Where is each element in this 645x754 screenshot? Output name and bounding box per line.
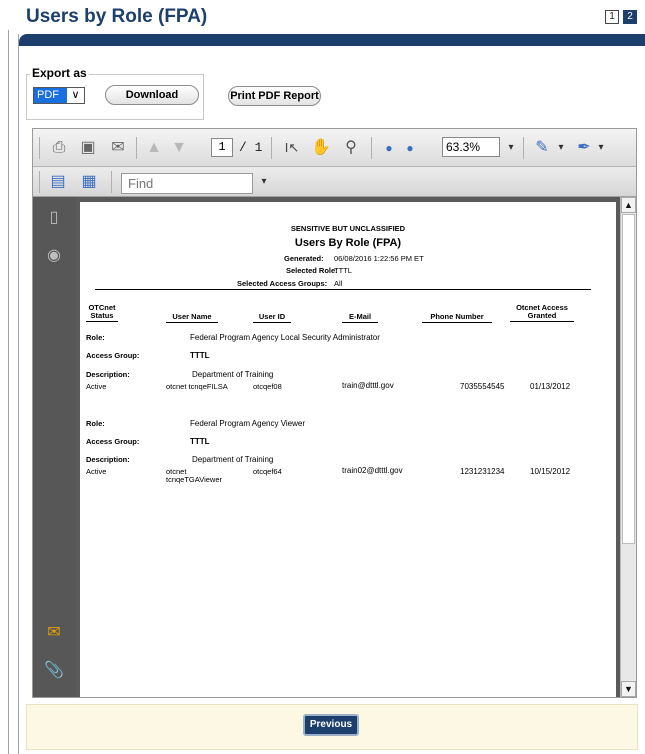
zoom-in-icon[interactable]: ● <box>400 138 420 158</box>
selected-role-label: Selected Role: <box>286 266 338 275</box>
col-username: User Name <box>166 313 218 323</box>
select-tool-icon[interactable]: I↖ <box>282 138 302 158</box>
selected-groups-label: Selected Access Groups: <box>237 279 328 288</box>
viewer-toolbar-secondary: ▤ ▦ Find ▾ <box>33 167 636 197</box>
username-cell: otcnet tcnqeTGAViewer <box>166 467 222 484</box>
col-granted: Otcnet Access Granted <box>510 304 574 322</box>
userid-cell: otcqef64 <box>253 467 282 476</box>
description-value: Department of Training <box>192 455 274 464</box>
toolbar-separator <box>371 137 372 159</box>
role-label: Role: <box>86 419 105 428</box>
page-number-2[interactable]: 2 <box>623 10 637 24</box>
description-label: Description: <box>86 455 130 464</box>
document-area: SENSITIVE BUT UNCLASSIFIED Users By Role… <box>76 197 620 697</box>
viewer-sidebar: ▯ ◉ ✉ 📎 <box>33 197 76 697</box>
page-total: / 1 <box>239 140 263 155</box>
save-icon[interactable]: ▣ <box>78 138 98 158</box>
report-page: SENSITIVE BUT UNCLASSIFIED Users By Role… <box>80 202 616 697</box>
annotate-dropdown-chevron-icon[interactable]: ▾ <box>591 138 611 158</box>
prev-page-icon[interactable]: ▲ <box>144 138 164 158</box>
toolbar-separator <box>271 137 272 159</box>
hand-tool-icon[interactable]: ✋ <box>311 138 331 158</box>
export-format-value: PDF <box>34 88 67 103</box>
role-label: Role: <box>86 333 105 342</box>
print-pdf-report-button[interactable]: Print PDF Report <box>228 86 321 106</box>
generated-label: Generated: <box>284 254 324 263</box>
export-legend: Export as <box>30 66 89 80</box>
zoom-out-icon[interactable]: ● <box>379 138 399 158</box>
download-button[interactable]: Download <box>105 85 199 105</box>
phone-cell: 7035554545 <box>460 382 505 391</box>
zoom-level[interactable]: 63.3% <box>442 137 500 157</box>
email-cell: train02@dtttl.gov <box>342 466 403 475</box>
scroll-down-icon[interactable]: ▼ <box>621 681 636 697</box>
comments-icon[interactable]: ✉ <box>43 622 65 644</box>
description-value: Department of Training <box>192 370 274 379</box>
left-border <box>8 30 9 754</box>
sign-icon[interactable]: ✎ <box>532 138 552 158</box>
binoculars-icon[interactable]: ◉ <box>43 245 65 267</box>
toolbar-grip <box>39 171 40 193</box>
selected-role-value: TTTL <box>334 266 352 275</box>
col-status: OTCnet Status <box>86 304 118 322</box>
selected-groups-value: All <box>334 279 343 288</box>
description-label: Description: <box>86 370 130 379</box>
report-title: Users By Role (FPA) <box>294 237 402 249</box>
header-bar <box>19 34 645 46</box>
fit-page-icon[interactable]: ▦ <box>79 172 99 192</box>
status-cell: Active <box>86 382 107 391</box>
access-group-value: TTTL <box>190 437 210 446</box>
status-cell: Active <box>86 467 107 476</box>
scroll-up-icon[interactable]: ▲ <box>621 197 636 213</box>
viewer-scrollbar[interactable]: ▲ ▼ <box>620 197 636 697</box>
col-phone: Phone Number <box>422 313 492 323</box>
page-title: Users by Role (FPA) <box>26 6 208 27</box>
col-email: E-Mail <box>342 313 378 323</box>
access-group-label: Access Group: <box>86 351 140 360</box>
viewer-toolbar: ⎙ ▣ ✉ ▲ ▼ 1 / 1 I↖ ✋ ⚲ ● ● 63.3% ▾ ✎ ▾ ✒… <box>33 129 636 167</box>
email-icon[interactable]: ✉ <box>108 138 128 158</box>
userid-cell: otcqef08 <box>253 382 282 391</box>
page-number-1[interactable]: 1 <box>605 10 619 24</box>
granted-cell: 01/13/2012 <box>530 382 571 391</box>
role-value: Federal Program Agency Local Security Ad… <box>190 333 380 342</box>
sign-dropdown-chevron-icon[interactable]: ▾ <box>551 138 571 158</box>
next-page-icon[interactable]: ▼ <box>169 138 189 158</box>
phone-cell: 1231231234 <box>460 467 505 476</box>
access-group-label: Access Group: <box>86 437 140 446</box>
access-group-value: TTTL <box>190 351 210 360</box>
export-format-select[interactable]: PDF ∨ <box>33 87 85 104</box>
print-icon[interactable]: ⎙ <box>49 138 69 158</box>
toolbar-grip <box>39 137 40 159</box>
username-cell: otcnet tcnqeFILSA <box>166 382 228 391</box>
scroll-thumb[interactable] <box>622 214 635 544</box>
pages-panel-icon[interactable]: ▯ <box>43 207 65 229</box>
role-value: Federal Program Agency Viewer <box>190 419 306 428</box>
header-rule <box>95 289 591 290</box>
toolbar-separator <box>523 137 524 159</box>
toolbar-separator <box>111 171 112 193</box>
col-userid: User ID <box>253 313 291 323</box>
attachments-icon[interactable]: 📎 <box>43 660 65 682</box>
zoom-dropdown-chevron-icon[interactable]: ▾ <box>501 138 521 158</box>
find-dropdown-chevron-icon[interactable]: ▾ <box>254 172 274 192</box>
chevron-down-icon: ∨ <box>71 89 80 101</box>
page-number-input[interactable]: 1 <box>211 138 233 157</box>
marquee-zoom-icon[interactable]: ⚲ <box>341 138 361 158</box>
email-cell: train@dtttl.gov <box>342 381 394 390</box>
toolbar-separator <box>136 137 137 159</box>
pdf-viewer: ⎙ ▣ ✉ ▲ ▼ 1 / 1 I↖ ✋ ⚲ ● ● 63.3% ▾ ✎ ▾ ✒… <box>32 128 637 698</box>
previous-button[interactable]: Previous <box>303 714 359 736</box>
report-classification: SENSITIVE BUT UNCLASSIFIED <box>290 224 406 233</box>
fit-width-icon[interactable]: ▤ <box>48 172 68 192</box>
granted-cell: 10/15/2012 <box>530 467 571 476</box>
find-input[interactable]: Find <box>121 173 253 194</box>
generated-value: 06/08/2016 1:22:56 PM ET <box>334 254 424 263</box>
